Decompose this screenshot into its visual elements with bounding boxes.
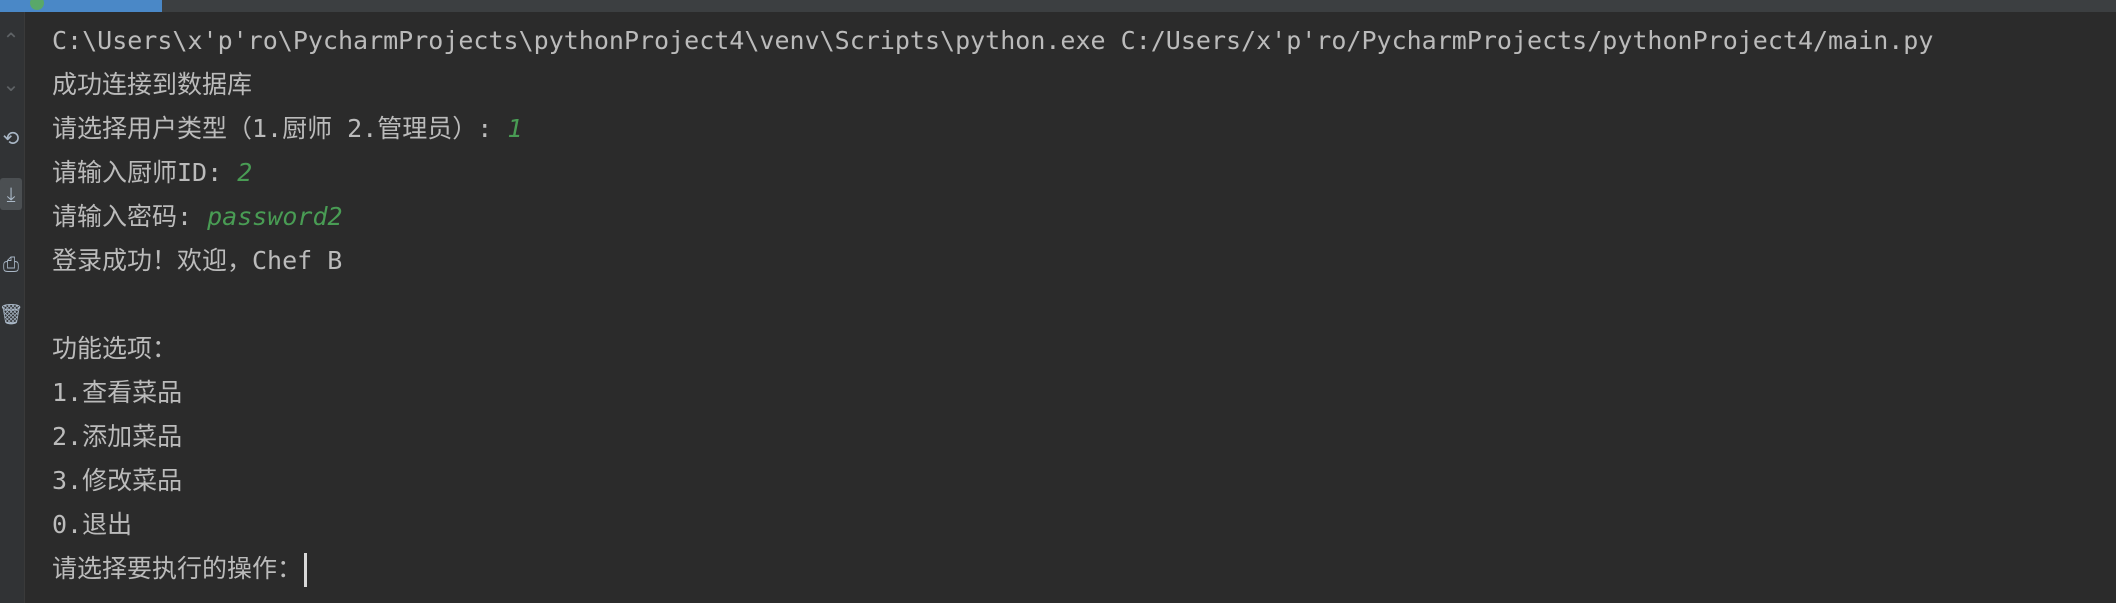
user-input-echo: 2 [237,158,253,187]
console-line-text: 登录成功！欢迎，Chef B [52,246,343,275]
console-line-menu-option-2: 2.添加菜品 [52,415,2092,459]
user-input-echo: password2 [207,202,343,231]
console-line-user-type-prompt: 请选择用户类型（1.厨师 2.管理员）: 1 [52,107,2092,151]
console-line-command: C:\Users\x'p'ro\PycharmProjects\pythonPr… [52,19,2092,63]
console-line-text: 请选择用户类型（1.厨师 2.管理员）: [52,114,508,143]
console-line-text: 3.修改菜品 [52,466,183,495]
console-toolbar: ⌃ ⌄ ⟲ ⤓ ⎙ 🗑 [0,12,25,603]
down-arrow-icon[interactable]: ⌄ [0,68,22,100]
up-arrow-icon[interactable]: ⌃ [0,24,22,56]
print-icon[interactable]: ⎙ [0,248,22,280]
rerun-icon[interactable]: ⟲ [0,122,22,154]
text-cursor [304,553,308,587]
run-tab-strip [0,0,2116,12]
user-input-echo: 1 [507,114,523,143]
console-line-password-prompt: 请输入密码: password2 [52,195,2092,239]
console-line-text: 1.查看菜品 [52,378,183,407]
console-line-db-connected: 成功连接到数据库 [52,63,2092,107]
console-line-text: 请输入密码: [52,202,208,231]
console-line-login-success: 登录成功！欢迎，Chef B [52,239,2092,283]
trash-icon[interactable]: 🗑 [0,298,24,330]
console-line-text: 0.退出 [52,510,133,539]
scroll-to-end-icon[interactable]: ⤓ [0,178,22,210]
console-line-text: 成功连接到数据库 [52,70,253,99]
console-line-text: 功能选项： [52,334,178,363]
console-line-text: 请输入厨师ID: [52,158,238,187]
console-line-chef-id-prompt: 请输入厨师ID: 2 [52,151,2092,195]
console-line-menu-option-0: 0.退出 [52,503,2092,547]
console-line-menu-option-3: 3.修改菜品 [52,459,2092,503]
active-run-tab[interactable] [0,0,162,12]
console-line-text: 2.添加菜品 [52,422,183,451]
console-line-menu-option-1: 1.查看菜品 [52,371,2092,415]
run-console-output[interactable]: C:\Users\x'p'ro\PycharmProjects\pythonPr… [52,19,2092,591]
console-line-menu-header: 功能选项： [52,327,2092,371]
console-line-text: 请选择要执行的操作： [52,554,303,583]
console-line-text: C:\Users\x'p'ro\PycharmProjects\pythonPr… [52,26,1934,55]
console-line-action-prompt[interactable]: 请选择要执行的操作： [52,547,2092,591]
